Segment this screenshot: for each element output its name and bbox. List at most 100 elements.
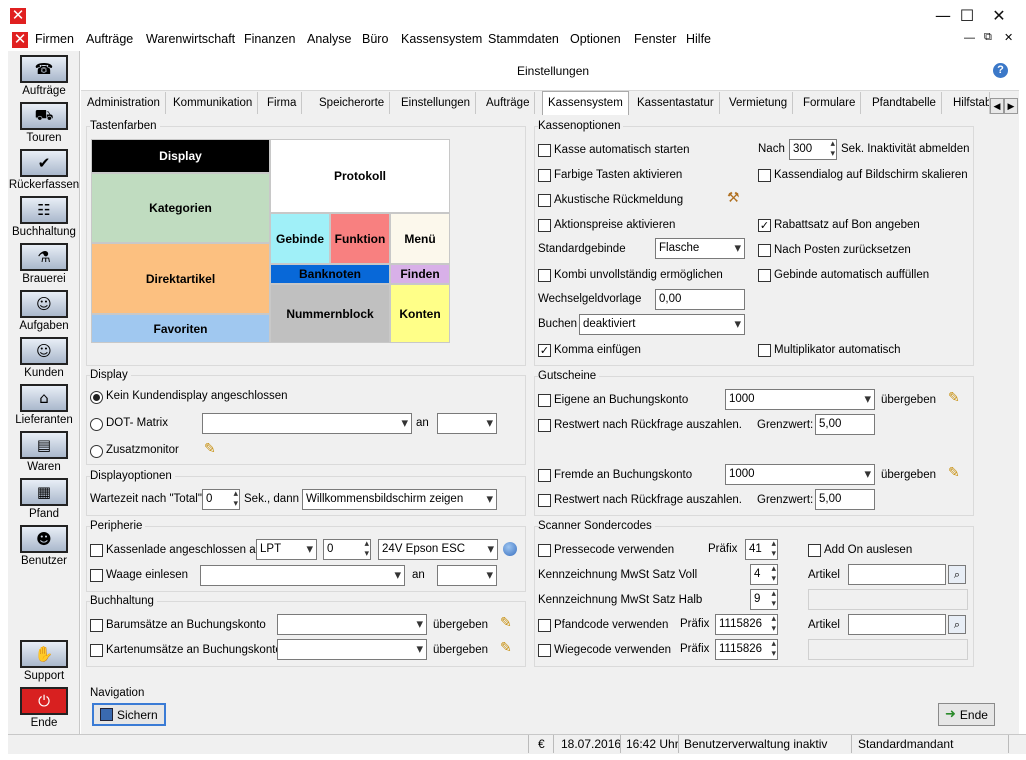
std-gebinde-select[interactable]: Flasche — [655, 238, 745, 259]
tab-scroll-right-button[interactable]: ▶ — [1004, 98, 1018, 114]
eigene-konto-select[interactable]: 1000 — [725, 389, 875, 410]
artikel-1-search-icon[interactable]: ⌕ — [948, 565, 966, 584]
addon-checkbox[interactable] — [808, 544, 821, 557]
tab-kassentastatur[interactable]: Kassentastatur — [632, 92, 720, 114]
barumsaetze-edit-pencil-icon[interactable]: ✎ — [500, 615, 512, 631]
voll-stepper[interactable]: 4 — [750, 564, 778, 585]
tab-speicherorte[interactable]: Speicherorte — [314, 92, 391, 114]
halb-stepper[interactable]: 9 — [750, 589, 778, 610]
mdi-close-button[interactable]: ✕ — [1004, 31, 1013, 44]
waage-checkbox[interactable] — [90, 569, 103, 582]
menu-warenwirtschaft[interactable]: Warenwirtschaft — [146, 32, 235, 46]
close-button[interactable]: ✕ — [976, 0, 1022, 30]
eigene-grenzwert-input[interactable]: 5,00 — [815, 414, 875, 435]
nach-posten-checkbox[interactable] — [758, 244, 771, 257]
pfandcode-checkbox[interactable] — [538, 619, 551, 632]
ende-button[interactable]: ➜ Ende — [938, 703, 995, 726]
presse-checkbox[interactable] — [538, 544, 551, 557]
tab-kassensystem[interactable]: Kassensystem — [542, 91, 629, 115]
artikel-2-search-icon[interactable]: ⌕ — [948, 615, 966, 634]
sidebar-item-waren[interactable]: ▤ Waren — [8, 431, 80, 473]
fremde-edit-pencil-icon[interactable]: ✎ — [948, 465, 960, 481]
sidebar-item-rueckerfassen[interactable]: ✔ Rückerfassen — [8, 149, 80, 191]
test-device-icon[interactable] — [503, 542, 517, 556]
rabatt-checkbox[interactable]: ✓ — [758, 219, 771, 232]
kassenlade-device-select[interactable]: 24V Epson ESC — [378, 539, 498, 560]
tools-icon[interactable]: ⚒ — [727, 190, 740, 206]
buchen-select[interactable]: deaktiviert — [579, 314, 745, 335]
menu-fenster[interactable]: Fenster — [634, 32, 676, 46]
sidebar-item-benutzer[interactable]: ☻ Benutzer — [8, 525, 80, 567]
fremde-checkbox[interactable] — [538, 469, 551, 482]
sichern-button[interactable]: Sichern — [92, 703, 166, 726]
key-protokoll[interactable]: Protokoll — [270, 139, 450, 213]
mdi-minimize-button[interactable]: — — [964, 32, 975, 44]
sidebar-item-touren[interactable]: ⛟ Touren — [8, 102, 80, 144]
sidebar-item-ende[interactable]: ⏻ Ende — [8, 687, 80, 729]
fremde-grenzwert-input[interactable]: 5,00 — [815, 489, 875, 510]
tab-firma[interactable]: Firma — [262, 92, 303, 114]
wechselgeld-input[interactable]: 0,00 — [655, 289, 745, 310]
wartezeit-stepper[interactable]: 0 — [202, 489, 240, 510]
kassenlade-checkbox[interactable] — [90, 544, 103, 557]
edit-pencil-icon[interactable]: ✎ — [204, 441, 216, 457]
fremde-restwert-checkbox[interactable] — [538, 494, 551, 507]
key-nummernblock[interactable]: Nummernblock — [270, 284, 390, 343]
eigene-edit-pencil-icon[interactable]: ✎ — [948, 390, 960, 406]
sidebar-item-kunden[interactable]: ☺ Kunden — [8, 337, 80, 379]
key-display[interactable]: Display — [91, 139, 270, 173]
komma-checkbox[interactable]: ✓ — [538, 344, 551, 357]
dann-select[interactable]: Willkommensbildschirm zeigen — [302, 489, 497, 510]
radio-zusatzmonitor[interactable] — [90, 445, 103, 458]
fremde-konto-select[interactable]: 1000 — [725, 464, 875, 485]
sidebar-item-buchhaltung[interactable]: ☷ Buchhaltung — [8, 196, 80, 238]
tab-kommunikation[interactable]: Kommunikation — [168, 92, 259, 114]
eigene-restwert-checkbox[interactable] — [538, 419, 551, 432]
eigene-checkbox[interactable] — [538, 394, 551, 407]
key-finden[interactable]: Finden — [390, 264, 450, 284]
sidebar-item-support[interactable]: ✋ Support — [8, 640, 80, 682]
aktionspreise-checkbox[interactable] — [538, 219, 551, 232]
tab-scroll-left-button[interactable]: ◀ — [990, 98, 1004, 114]
tab-vermietung[interactable]: Vermietung — [724, 92, 794, 114]
akustisch-checkbox[interactable] — [538, 194, 551, 207]
menu-finanzen[interactable]: Finanzen — [244, 32, 295, 46]
tab-auftraege[interactable]: Aufträge — [481, 92, 536, 114]
tab-hilfstab[interactable]: Hilfstab — [948, 92, 990, 114]
key-gebinde[interactable]: Gebinde — [270, 213, 330, 264]
tab-formulare[interactable]: Formulare — [798, 92, 862, 114]
presse-praefix-stepper[interactable]: 41 — [745, 539, 778, 560]
kombi-checkbox[interactable] — [538, 269, 551, 282]
inaktivitaet-stepper[interactable]: 300 — [789, 139, 837, 160]
menu-optionen[interactable]: Optionen — [570, 32, 621, 46]
tab-pfandtabelle[interactable]: Pfandtabelle — [867, 92, 942, 114]
sidebar-item-auftraege[interactable]: ☎ Aufträge — [8, 55, 80, 97]
dot-matrix-port-select[interactable] — [437, 413, 497, 434]
sidebar-item-brauerei[interactable]: ⚗ Brauerei — [8, 243, 80, 285]
key-kategorien[interactable]: Kategorien — [91, 173, 270, 243]
pfand-praefix-stepper[interactable]: 1115826 — [715, 614, 778, 635]
artikel-2-input[interactable] — [848, 614, 946, 635]
gebinde-auffuellen-checkbox[interactable] — [758, 269, 771, 282]
menu-firmen[interactable]: Firmen — [35, 32, 74, 46]
artikel-1-input[interactable] — [848, 564, 946, 585]
radio-kein-display[interactable] — [90, 391, 103, 404]
auto-start-checkbox[interactable] — [538, 144, 551, 157]
waage-select[interactable] — [200, 565, 405, 586]
key-menu[interactable]: Menü — [390, 213, 450, 264]
sidebar-item-pfand[interactable]: ▦ Pfand — [8, 478, 80, 520]
key-favoriten[interactable]: Favoriten — [91, 314, 270, 343]
waage-port-select[interactable] — [437, 565, 497, 586]
help-icon[interactable]: ? — [993, 63, 1008, 78]
menu-buero[interactable]: Büro — [362, 32, 388, 46]
kassenlade-port-select[interactable]: LPT — [256, 539, 317, 560]
skalieren-checkbox[interactable] — [758, 169, 771, 182]
barumsaetze-checkbox[interactable] — [90, 619, 103, 632]
kartenumsaetze-konto-select[interactable] — [277, 639, 427, 660]
dot-matrix-select[interactable] — [202, 413, 412, 434]
tab-administration[interactable]: Administration — [82, 92, 166, 114]
multiplikator-checkbox[interactable] — [758, 344, 771, 357]
key-konten[interactable]: Konten — [390, 284, 450, 343]
farbige-tasten-checkbox[interactable] — [538, 169, 551, 182]
sidebar-item-aufgaben[interactable]: ☺ Aufgaben — [8, 290, 80, 332]
